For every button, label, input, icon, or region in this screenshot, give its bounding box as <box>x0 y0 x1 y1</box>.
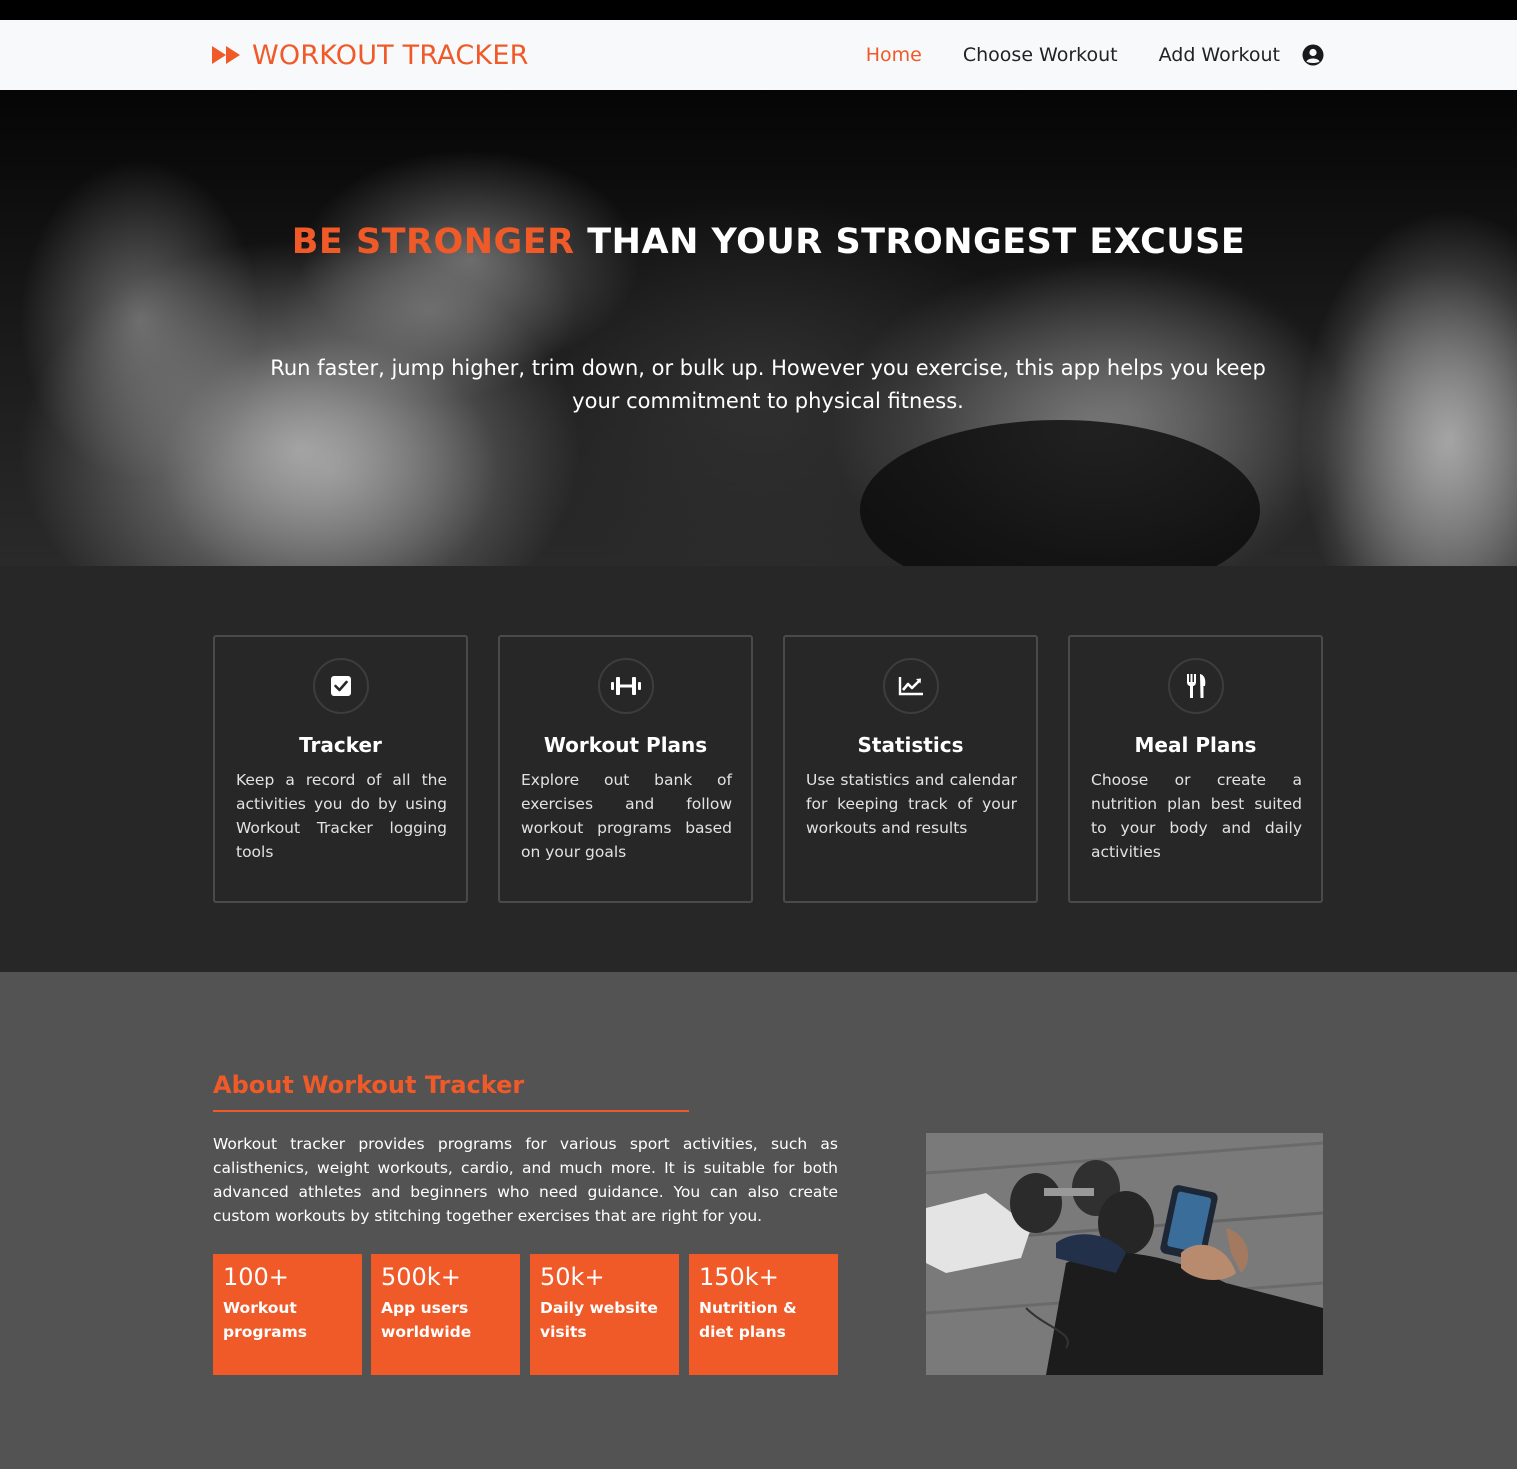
feature-card-workout-plans[interactable]: Workout Plans Explore out bank of exerci… <box>498 635 753 903</box>
nav-link-home[interactable]: Home <box>866 44 922 66</box>
feature-description: Use statistics and calendar for keeping … <box>806 771 1017 837</box>
about-section: About Workout Tracker Workout tracker pr… <box>0 972 1517 1469</box>
stat-label: App users worldwide <box>381 1299 472 1341</box>
feature-description: Keep a record of all the activities you … <box>236 771 447 861</box>
stat-value: 500k+ <box>381 1263 461 1291</box>
stat-label: Daily website visits <box>540 1299 658 1341</box>
user-circle-icon[interactable] <box>1302 44 1324 66</box>
stat-value: 150k+ <box>699 1263 779 1291</box>
about-workout-photo <box>926 1133 1323 1375</box>
stat-value: 100+ <box>223 1263 289 1291</box>
feature-description: Explore out bank of exercises and follow… <box>521 771 732 861</box>
about-divider <box>213 1110 689 1112</box>
feature-title: Workout Plans <box>543 733 708 757</box>
chart-line-icon <box>882 658 939 714</box>
stat-label: Workout programs <box>223 1299 307 1341</box>
stat-box-nutrition-plans: 150k+ Nutrition & diet plans <box>689 1254 838 1375</box>
feature-title: Tracker <box>299 733 382 757</box>
hero-title: BE STRONGER THAN YOUR STRONGEST EXCUSE <box>0 222 1517 262</box>
stat-box-workout-programs: 100+ Workout programs <box>213 1254 362 1375</box>
nav-link-add-workout[interactable]: Add Workout <box>1159 44 1280 66</box>
brand-logo-link[interactable]: WORKOUT TRACKER <box>212 20 529 90</box>
top-black-strip <box>0 0 1517 20</box>
hero-background-image <box>20 150 1517 566</box>
feature-title: Meal Plans <box>1134 733 1257 757</box>
hero-title-rest: THAN YOUR STRONGEST EXCUSE <box>574 222 1246 262</box>
stat-box-app-users: 500k+ App users worldwide <box>371 1254 520 1375</box>
dumbbell-icon <box>597 658 654 714</box>
stat-box-daily-visits: 50k+ Daily website visits <box>530 1254 679 1375</box>
navbar: WORKOUT TRACKER Home Choose Workout Add … <box>0 20 1517 90</box>
hero-title-accent: BE STRONGER <box>291 222 575 262</box>
feature-title: Statistics <box>857 733 964 757</box>
brand-name: WORKOUT TRACKER <box>252 39 529 71</box>
nav-links: Home Choose Workout Add Workout <box>825 20 1324 90</box>
hero-subtitle: Run faster, jump higher, trim down, or b… <box>270 356 1266 413</box>
check-square-icon <box>312 658 369 714</box>
features-section: Tracker Keep a record of all the activit… <box>0 566 1517 972</box>
feature-card-statistics[interactable]: Statistics Use statistics and calendar f… <box>783 635 1038 903</box>
fast-forward-icon <box>212 45 242 65</box>
hero-banner: BE STRONGER THAN YOUR STRONGEST EXCUSE R… <box>0 90 1517 566</box>
utensils-icon <box>1167 658 1224 714</box>
feature-description: Choose or create a nutrition plan best s… <box>1091 771 1302 861</box>
feature-card-tracker[interactable]: Tracker Keep a record of all the activit… <box>213 635 468 903</box>
feature-card-meal-plans[interactable]: Meal Plans Choose or create a nutrition … <box>1068 635 1323 903</box>
about-text: Workout tracker provides programs for va… <box>213 1135 838 1225</box>
nav-link-choose-workout[interactable]: Choose Workout <box>963 44 1118 66</box>
stat-label: Nutrition & diet plans <box>699 1299 797 1341</box>
stat-value: 50k+ <box>540 1263 605 1291</box>
about-title: About Workout Tracker <box>213 1071 525 1099</box>
